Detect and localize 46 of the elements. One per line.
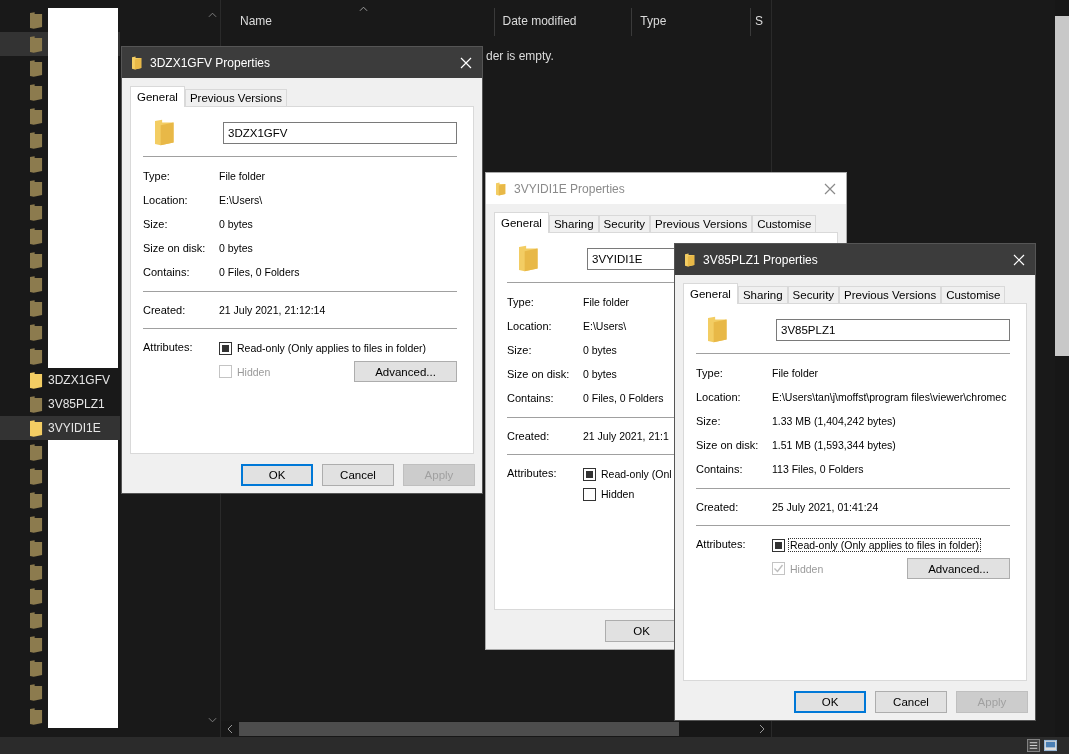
- property-value: 0 Files, 0 Folders: [583, 392, 664, 404]
- property-label: Contains:: [507, 392, 555, 404]
- property-label: Size on disk:: [507, 368, 571, 380]
- folder-name: 3DZX1GFV: [48, 373, 110, 387]
- property-label: Location:: [507, 320, 553, 332]
- property-value: E:\Users\: [583, 320, 627, 332]
- property-value: File folder: [219, 170, 266, 182]
- property-value: File folder: [772, 367, 819, 379]
- property-label: Contains:: [696, 463, 744, 475]
- empty-folder-message: der is empty.: [486, 49, 554, 63]
- property-label: Size:: [696, 415, 722, 427]
- property-label: Size:: [143, 218, 169, 230]
- property-label: Created:: [696, 501, 740, 513]
- property-label: Size:: [507, 344, 533, 356]
- property-value: 0 bytes: [583, 344, 617, 356]
- property-value: 0 Files, 0 Folders: [219, 266, 300, 278]
- property-value: File folder: [583, 296, 630, 308]
- property-label: Type:: [143, 170, 171, 182]
- dialog-title: 3V85PLZ1 Properties: [703, 252, 819, 267]
- property-value: E:\Users\tan\j\moffst\program files\viewer\chromec: [772, 391, 1007, 403]
- property-value: 113 Files, 0 Folders: [772, 463, 864, 475]
- property-value: 0 bytes: [219, 218, 253, 230]
- property-value: 1.51 MB (1,593,344 bytes): [772, 439, 896, 451]
- property-value: 1.33 MB (1,404,242 bytes): [772, 415, 896, 427]
- property-value: 0 bytes: [583, 368, 617, 380]
- property-value: 21 July 2021, 21:1: [583, 430, 669, 442]
- property-label: Type:: [696, 367, 724, 379]
- property-value: E:\Users\: [219, 194, 263, 206]
- property-label: Attributes:: [143, 341, 194, 355]
- property-label: Location:: [696, 391, 742, 403]
- folder-name: 3VYIDI1E: [48, 421, 101, 435]
- property-label: Size on disk:: [696, 439, 760, 451]
- property-label: Contains:: [143, 266, 191, 278]
- property-label: Size on disk:: [143, 242, 207, 254]
- folder-name: 3V85PLZ1: [48, 397, 105, 411]
- dialog-title: 3DZX1GFV Properties: [150, 55, 272, 70]
- property-value: 25 July 2021, 01:41:24: [772, 501, 879, 513]
- property-value: 21 July 2021, 21:12:14: [219, 304, 326, 316]
- property-label: Attributes:: [696, 538, 747, 552]
- property-label: Created:: [143, 304, 187, 316]
- property-label: Created:: [507, 430, 551, 442]
- dialog-title: 3VYIDI1E Properties: [514, 181, 626, 196]
- property-label: Type:: [507, 296, 535, 308]
- property-label: Location:: [143, 194, 189, 206]
- property-label: Attributes:: [507, 467, 558, 481]
- property-value: 0 bytes: [219, 242, 253, 254]
